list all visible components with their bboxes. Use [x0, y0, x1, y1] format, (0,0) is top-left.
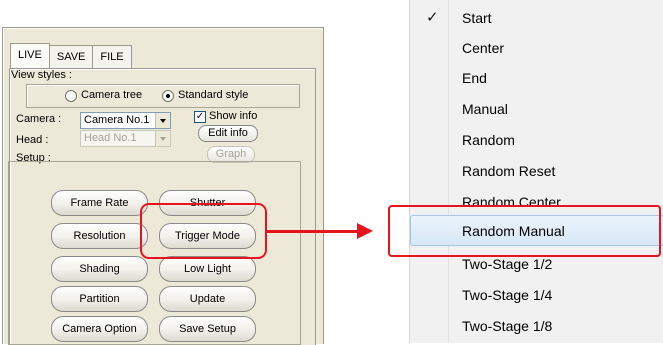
head-select-value: Head No.1: [84, 132, 137, 144]
menu-item-end[interactable]: End: [410, 63, 663, 93]
menu-item-center[interactable]: Center: [410, 33, 663, 63]
camera-option-button[interactable]: Camera Option: [51, 316, 148, 342]
camera-select-value: Camera No.1: [84, 114, 150, 126]
resolution-button[interactable]: Resolution: [51, 223, 148, 249]
save-setup-button[interactable]: Save Setup: [159, 316, 256, 342]
camera-select[interactable]: Camera No.1: [80, 112, 171, 129]
view-styles-label: View styles :: [11, 69, 72, 81]
frame-rate-button[interactable]: Frame Rate: [51, 190, 148, 216]
callout-arrow-line: [265, 230, 358, 233]
chevron-down-icon: [155, 131, 170, 146]
head-label: Head :: [16, 134, 49, 146]
menu-item-random-reset[interactable]: Random Reset: [410, 156, 663, 186]
trigger-mode-menu: ✓ Start Center End Manual Random Random …: [409, 0, 663, 343]
camera-tree-radio[interactable]: [65, 90, 77, 102]
menu-item-two-stage-1-4[interactable]: Two-Stage 1/4: [410, 280, 663, 310]
update-button[interactable]: Update: [159, 286, 256, 312]
tab-bar: LIVE SAVE FILE: [10, 43, 132, 68]
head-select: Head No.1: [80, 130, 171, 147]
menu-item-start[interactable]: ✓ Start: [410, 3, 663, 33]
tab-file[interactable]: FILE: [92, 45, 132, 68]
tab-save[interactable]: SAVE: [48, 45, 94, 68]
callout-arrow-icon: [357, 223, 373, 239]
menu-item-two-stage-1-8[interactable]: Two-Stage 1/8: [410, 311, 663, 341]
trigger-mode-highlight: [140, 203, 267, 259]
standard-style-label[interactable]: Standard style: [178, 89, 248, 101]
low-light-button[interactable]: Low Light: [159, 256, 256, 282]
camera-label: Camera :: [16, 113, 62, 125]
view-styles-group: Camera tree Standard style: [26, 84, 300, 108]
random-manual-highlight: [388, 205, 661, 257]
show-info-label[interactable]: Show info: [209, 110, 257, 122]
tab-live[interactable]: LIVE: [10, 43, 50, 68]
shading-button[interactable]: Shading: [51, 256, 148, 282]
checkmark-icon: ✓: [426, 9, 439, 26]
menu-item-manual[interactable]: Manual: [410, 94, 663, 124]
camera-tree-label[interactable]: Camera tree: [81, 89, 142, 101]
standard-style-radio[interactable]: [162, 90, 174, 102]
partition-button[interactable]: Partition: [51, 286, 148, 312]
show-info-checkbox[interactable]: ✓: [194, 111, 206, 123]
chevron-down-icon[interactable]: [155, 113, 170, 128]
edit-info-button[interactable]: Edit info: [198, 125, 258, 142]
menu-item-random[interactable]: Random: [410, 125, 663, 155]
